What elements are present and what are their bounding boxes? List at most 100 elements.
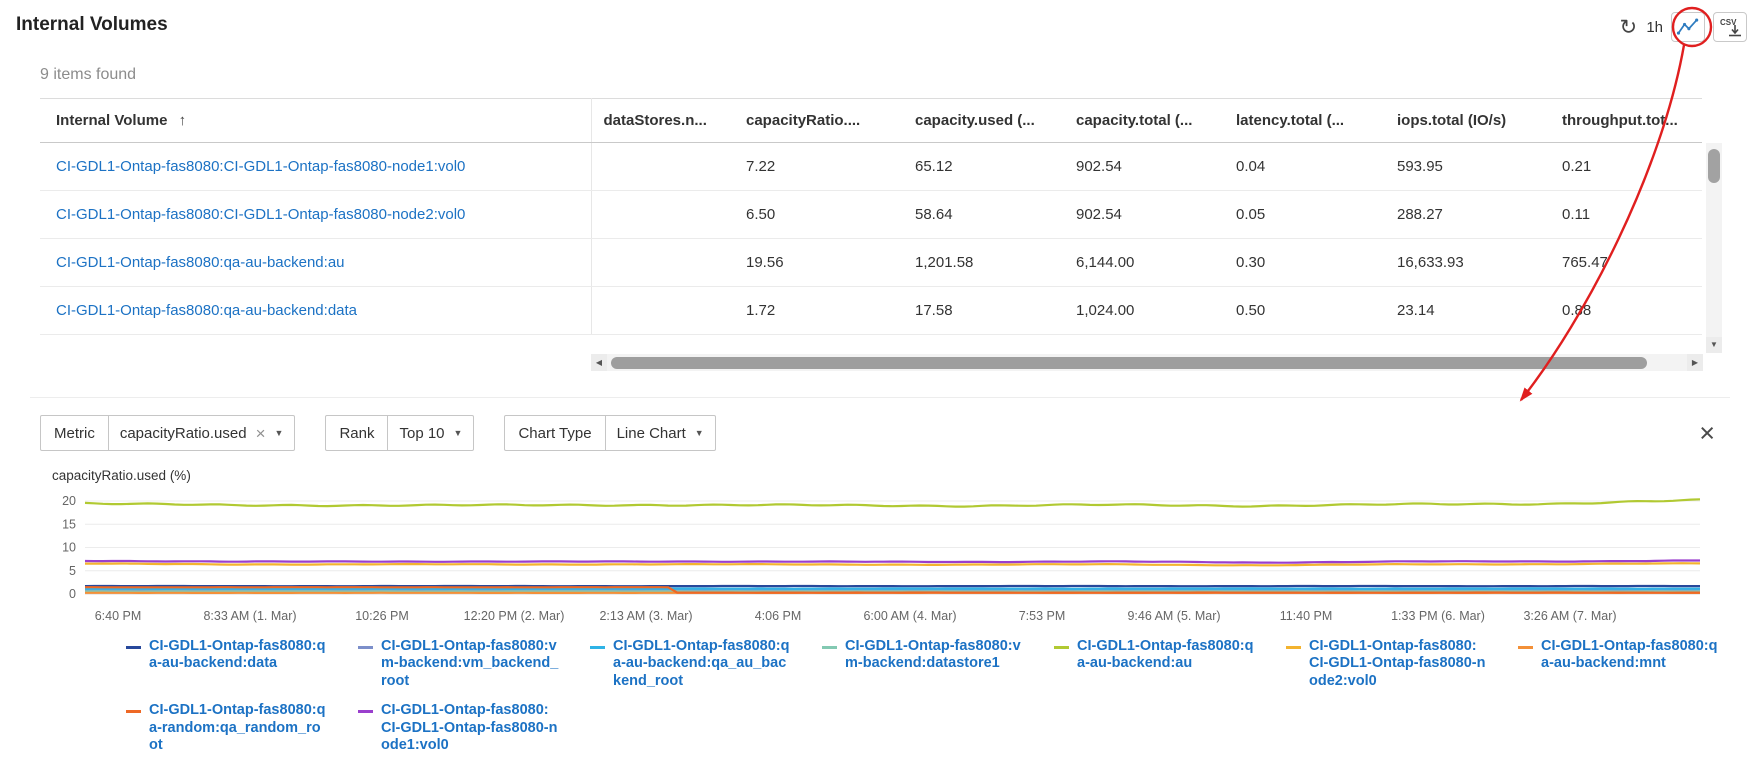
rank-dropdown[interactable]: Top 10 ▼: [387, 416, 473, 450]
rank-value: Top 10: [399, 425, 444, 442]
page-title: Internal Volumes: [16, 14, 168, 36]
header-actions: ↻ 1h CSV: [1618, 12, 1747, 42]
column-header[interactable]: dataStores.n...: [591, 99, 734, 143]
legend-swatch: [126, 646, 141, 649]
chart-type-dropdown[interactable]: Line Chart ▼: [605, 416, 715, 450]
column-header[interactable]: throughput.tot...: [1550, 99, 1702, 143]
volume-link[interactable]: CI-GDL1-Ontap-fas8080:qa-au-backend:data: [56, 302, 357, 319]
x-tick-label: 6:40 PM: [95, 609, 142, 623]
chart-toggle-button[interactable]: [1671, 12, 1705, 42]
close-chart-button[interactable]: ×: [1699, 420, 1715, 447]
horizontal-scrollbar[interactable]: ◀ ▶: [591, 354, 1703, 371]
legend-label: CI-GDL1-Ontap-fas8080:qa-au-backend:qa_a…: [613, 638, 791, 690]
column-header[interactable]: latency.total (...: [1224, 99, 1385, 143]
table-cell: 902.54: [1064, 143, 1224, 191]
x-tick-label: 3:26 AM (7. Mar): [1523, 609, 1616, 623]
legend-item[interactable]: CI-GDL1-Ontap-fas8080:qa-au-backend:data: [126, 638, 358, 690]
time-range-label[interactable]: 1h: [1646, 19, 1663, 36]
line-chart: 051015206:40 PM8:33 AM (1. Mar)10:26 PM1…: [40, 486, 1702, 628]
legend-label: CI-GDL1-Ontap-fas8080:CI-GDL1-Ontap-fas8…: [381, 702, 559, 754]
chart-type-value: Line Chart: [617, 425, 686, 442]
chart-line: [85, 499, 1700, 506]
legend-item[interactable]: CI-GDL1-Ontap-fas8080:qa-au-backend:mnt: [1518, 638, 1750, 690]
table-cell: 593.95: [1385, 143, 1550, 191]
legend-label: CI-GDL1-Ontap-fas8080:qa-au-backend:data: [149, 638, 327, 673]
table-cell: [591, 191, 734, 239]
table-cell: 0.88: [1550, 287, 1702, 335]
volume-link[interactable]: CI-GDL1-Ontap-fas8080:qa-au-backend:au: [56, 254, 345, 271]
metric-label: Metric: [41, 416, 108, 450]
scroll-right-arrow-icon[interactable]: ▶: [1687, 354, 1703, 371]
horizontal-scroll-thumb[interactable]: [611, 357, 1647, 369]
legend-label: CI-GDL1-Ontap-fas8080:vm-backend:vm_back…: [381, 638, 559, 690]
column-header[interactable]: capacityRatio....: [734, 99, 903, 143]
chart-line: [85, 561, 1700, 563]
x-tick-label: 9:46 AM (5. Mar): [1127, 609, 1220, 623]
csv-export-button[interactable]: CSV: [1713, 12, 1747, 42]
chart-type-label: Chart Type: [505, 416, 604, 450]
column-header[interactable]: Internal Volume ↑: [40, 99, 591, 143]
legend-item[interactable]: CI-GDL1-Ontap-fas8080:qa-au-backend:au: [1054, 638, 1286, 690]
column-header[interactable]: capacity.used (...: [903, 99, 1064, 143]
clear-metric-icon[interactable]: ×: [256, 425, 266, 442]
csv-download-icon: CSV: [1718, 16, 1742, 38]
legend-item[interactable]: CI-GDL1-Ontap-fas8080:vm-backend:vm_back…: [358, 638, 590, 690]
legend-swatch: [590, 646, 605, 649]
legend-swatch: [358, 646, 373, 649]
table-row: CI-GDL1-Ontap-fas8080:CI-GDL1-Ontap-fas8…: [40, 143, 1702, 191]
metric-value: capacityRatio.used: [120, 425, 247, 442]
table-cell: 6.50: [734, 191, 903, 239]
chart-y-axis-title: capacityRatio.used (%): [52, 468, 191, 483]
table-cell: 19.56: [734, 239, 903, 287]
table-cell: 1.72: [734, 287, 903, 335]
metric-dropdown[interactable]: capacityRatio.used × ▼: [108, 416, 295, 450]
x-tick-label: 4:06 PM: [755, 609, 802, 623]
table-cell: [591, 239, 734, 287]
chart-legend: CI-GDL1-Ontap-fas8080:qa-au-backend:data…: [126, 638, 1756, 766]
internal-volumes-table: Internal Volume ↑dataStores.n...capacity…: [40, 98, 1702, 335]
items-found-label: 9 items found: [40, 66, 136, 84]
internal-volumes-page: Internal Volumes ↻ 1h CSV 9 items found …: [0, 0, 1761, 782]
table-row: CI-GDL1-Ontap-fas8080:qa-au-backend:au 19…: [40, 239, 1702, 287]
x-tick-label: 1:33 PM (6. Mar): [1391, 609, 1485, 623]
chevron-down-icon: ▼: [454, 428, 463, 438]
table-cell: 58.64: [903, 191, 1064, 239]
table-cell: 0.21: [1550, 143, 1702, 191]
legend-label: CI-GDL1-Ontap-fas8080:qa-au-backend:mnt: [1541, 638, 1719, 673]
table-cell: 7.22: [734, 143, 903, 191]
legend-item[interactable]: CI-GDL1-Ontap-fas8080:qa-random:qa_rando…: [126, 702, 358, 754]
legend-swatch: [1518, 646, 1533, 649]
panel-divider: [30, 397, 1730, 398]
column-header[interactable]: iops.total (IO/s): [1385, 99, 1550, 143]
table-cell: 765.47: [1550, 239, 1702, 287]
table-cell: 902.54: [1064, 191, 1224, 239]
rank-label: Rank: [326, 416, 387, 450]
table-cell: 1,024.00: [1064, 287, 1224, 335]
legend-item[interactable]: CI-GDL1-Ontap-fas8080:qa-au-backend:qa_a…: [590, 638, 822, 690]
legend-item[interactable]: CI-GDL1-Ontap-fas8080:CI-GDL1-Ontap-fas8…: [1286, 638, 1518, 690]
y-tick-label: 10: [62, 541, 76, 555]
vertical-scroll-thumb[interactable]: [1708, 149, 1720, 183]
table-cell: 0.04: [1224, 143, 1385, 191]
table-cell: [591, 143, 734, 191]
refresh-icon[interactable]: ↻: [1618, 17, 1638, 38]
legend-swatch: [1286, 646, 1301, 649]
scroll-down-arrow-icon[interactable]: ▼: [1706, 337, 1722, 353]
volume-link[interactable]: CI-GDL1-Ontap-fas8080:CI-GDL1-Ontap-fas8…: [56, 206, 465, 223]
table-row: CI-GDL1-Ontap-fas8080:qa-au-backend:data…: [40, 287, 1702, 335]
table-cell: 17.58: [903, 287, 1064, 335]
legend-label: CI-GDL1-Ontap-fas8080:CI-GDL1-Ontap-fas8…: [1309, 638, 1487, 690]
volume-link[interactable]: CI-GDL1-Ontap-fas8080:CI-GDL1-Ontap-fas8…: [56, 158, 465, 175]
vertical-scrollbar[interactable]: ▼: [1706, 143, 1722, 353]
line-chart-icon: [1675, 16, 1701, 38]
table-cell: 23.14: [1385, 287, 1550, 335]
scroll-left-arrow-icon[interactable]: ◀: [591, 354, 607, 371]
legend-item[interactable]: CI-GDL1-Ontap-fas8080:CI-GDL1-Ontap-fas8…: [358, 702, 590, 754]
table-cell: 0.05: [1224, 191, 1385, 239]
table-cell: 1,201.58: [903, 239, 1064, 287]
metric-control: Metric capacityRatio.used × ▼: [40, 415, 295, 451]
chart-type-control: Chart Type Line Chart ▼: [504, 415, 715, 451]
x-tick-label: 7:53 PM: [1019, 609, 1066, 623]
legend-item[interactable]: CI-GDL1-Ontap-fas8080:vm-backend:datasto…: [822, 638, 1054, 690]
column-header[interactable]: capacity.total (...: [1064, 99, 1224, 143]
